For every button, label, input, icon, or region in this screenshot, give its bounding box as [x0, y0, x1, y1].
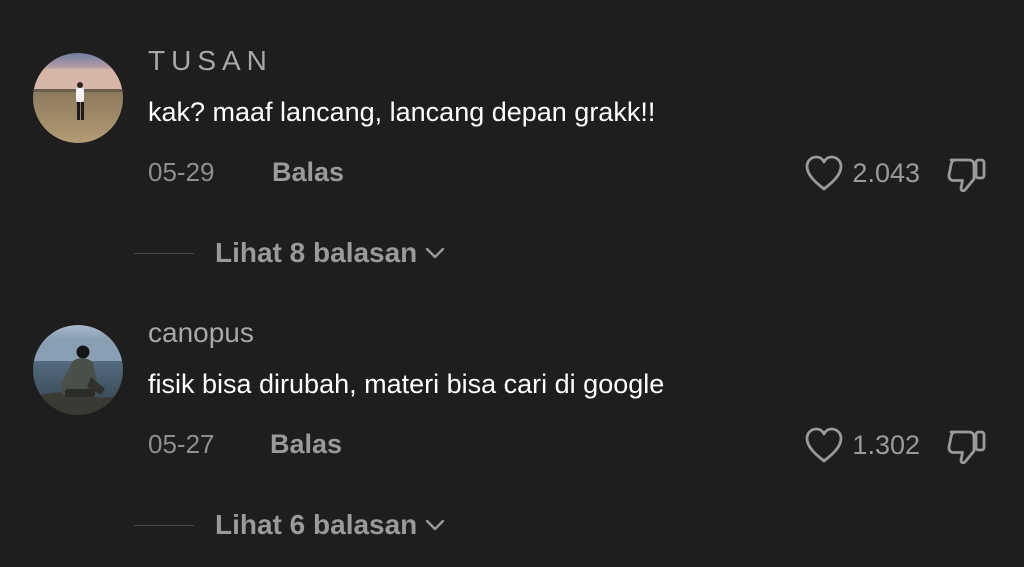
view-replies-button[interactable]: Lihat 8 balasan	[134, 233, 445, 273]
chevron-down-icon	[425, 518, 445, 532]
reply-button[interactable]: Balas	[270, 424, 342, 464]
dislike-button[interactable]	[944, 152, 992, 194]
avatar[interactable]	[33, 53, 123, 143]
comment-text: fisik bisa dirubah, materi bisa cari di …	[148, 369, 665, 399]
dislike-button[interactable]	[944, 424, 992, 466]
divider-line	[134, 524, 194, 526]
avatar[interactable]	[33, 325, 123, 415]
reply-button[interactable]: Balas	[272, 152, 344, 192]
comment-text: kak? maaf lancang, lancang depan grakk!!	[148, 97, 656, 127]
like-button[interactable]: 2.043	[804, 152, 920, 194]
thumbs-down-outline-icon	[947, 158, 986, 193]
avatar-photo-icon	[33, 53, 123, 143]
divider-line	[134, 252, 194, 254]
view-replies-label: Lihat 6 balasan	[215, 509, 418, 540]
view-replies-button[interactable]: Lihat 6 balasan	[134, 505, 445, 545]
thumbs-down-outline-icon	[947, 430, 986, 465]
comment-username[interactable]: TUSAN	[148, 42, 273, 80]
chevron-down-icon	[425, 246, 445, 260]
comment-username[interactable]: canopus	[148, 314, 254, 352]
avatar-photo-icon	[33, 325, 123, 415]
like-count: 2.043	[852, 158, 920, 188]
comment-date: 05-27	[148, 429, 215, 459]
like-count: 1.302	[852, 430, 920, 460]
comment-date: 05-29	[148, 157, 215, 187]
heart-outline-icon	[806, 427, 843, 463]
like-button[interactable]: 1.302	[804, 424, 920, 466]
view-replies-label: Lihat 8 balasan	[215, 237, 418, 268]
heart-outline-icon	[806, 155, 843, 191]
